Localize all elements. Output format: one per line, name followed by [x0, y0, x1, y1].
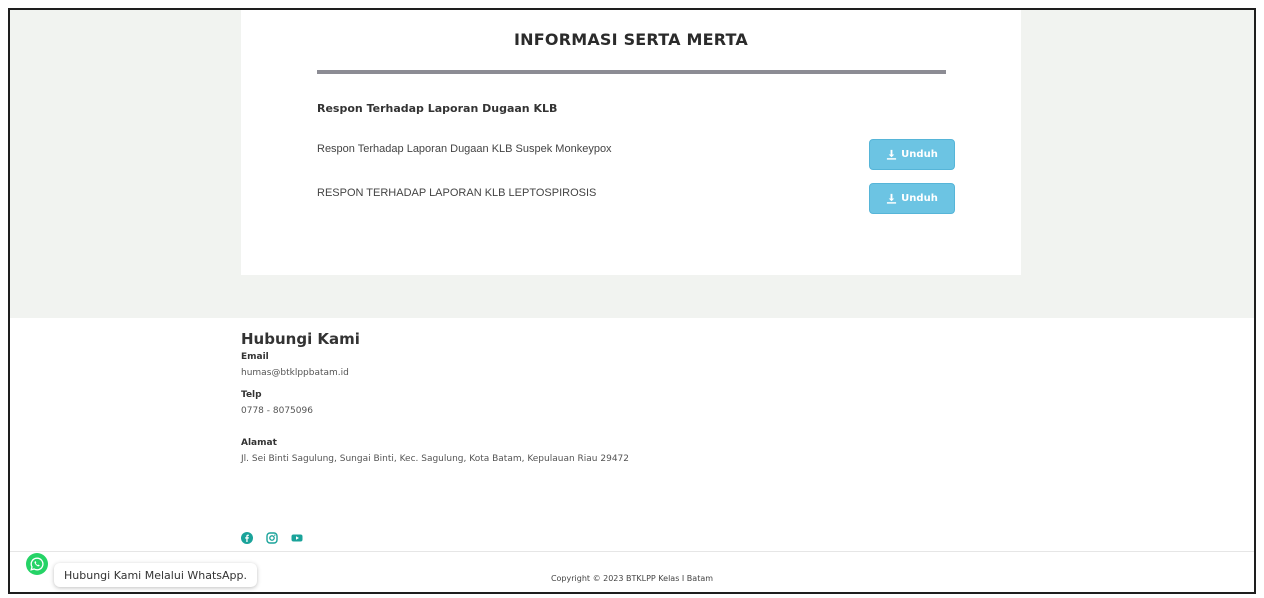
- contact-title: Hubungi Kami: [241, 330, 360, 348]
- download-button[interactable]: Unduh: [869, 183, 955, 214]
- download-icon: [887, 149, 897, 160]
- alamat-label: Alamat: [241, 438, 277, 448]
- document-row: RESPON TERHADAP LAPORAN KLB LEPTOSPIROSI…: [317, 183, 957, 215]
- content-card: INFORMASI SERTA MERTA Respon Terhadap La…: [241, 10, 1021, 275]
- facebook-icon[interactable]: [241, 532, 253, 544]
- section-heading: Respon Terhadap Laporan Dugaan KLB: [317, 102, 558, 115]
- footer-divider: [10, 551, 1254, 552]
- email-label: Email: [241, 352, 269, 362]
- footer: Hubungi Kami Email humas@btklppbatam.id …: [10, 318, 1254, 592]
- instagram-icon[interactable]: [266, 532, 278, 544]
- browser-viewport: INFORMASI SERTA MERTA Respon Terhadap La…: [8, 8, 1256, 594]
- youtube-icon[interactable]: [291, 532, 303, 544]
- download-button-label: Unduh: [901, 149, 938, 160]
- telp-label: Telp: [241, 390, 262, 400]
- document-title: RESPON TERHADAP LAPORAN KLB LEPTOSPIROSI…: [317, 187, 597, 199]
- social-links: [241, 532, 303, 544]
- download-button-label: Unduh: [901, 193, 938, 204]
- contact-section: Hubungi Kami Email humas@btklppbatam.id …: [241, 330, 841, 464]
- email-value[interactable]: humas@btklppbatam.id: [241, 368, 841, 378]
- whatsapp-icon[interactable]: [26, 553, 48, 575]
- document-row: Respon Terhadap Laporan Dugaan KLB Suspe…: [317, 139, 957, 171]
- telp-value: 0778 - 8075096: [241, 406, 313, 416]
- document-title: Respon Terhadap Laporan Dugaan KLB Suspe…: [317, 143, 612, 155]
- download-icon: [887, 193, 897, 204]
- alamat-value: Jl. Sei Binti Sagulung, Sungai Binti, Ke…: [241, 454, 629, 464]
- download-button[interactable]: Unduh: [869, 139, 955, 170]
- page-title: INFORMASI SERTA MERTA: [514, 30, 748, 49]
- whatsapp-label[interactable]: Hubungi Kami Melalui WhatsApp.: [54, 563, 257, 587]
- title-divider: [317, 70, 946, 74]
- content-area: INFORMASI SERTA MERTA Respon Terhadap La…: [10, 10, 1254, 318]
